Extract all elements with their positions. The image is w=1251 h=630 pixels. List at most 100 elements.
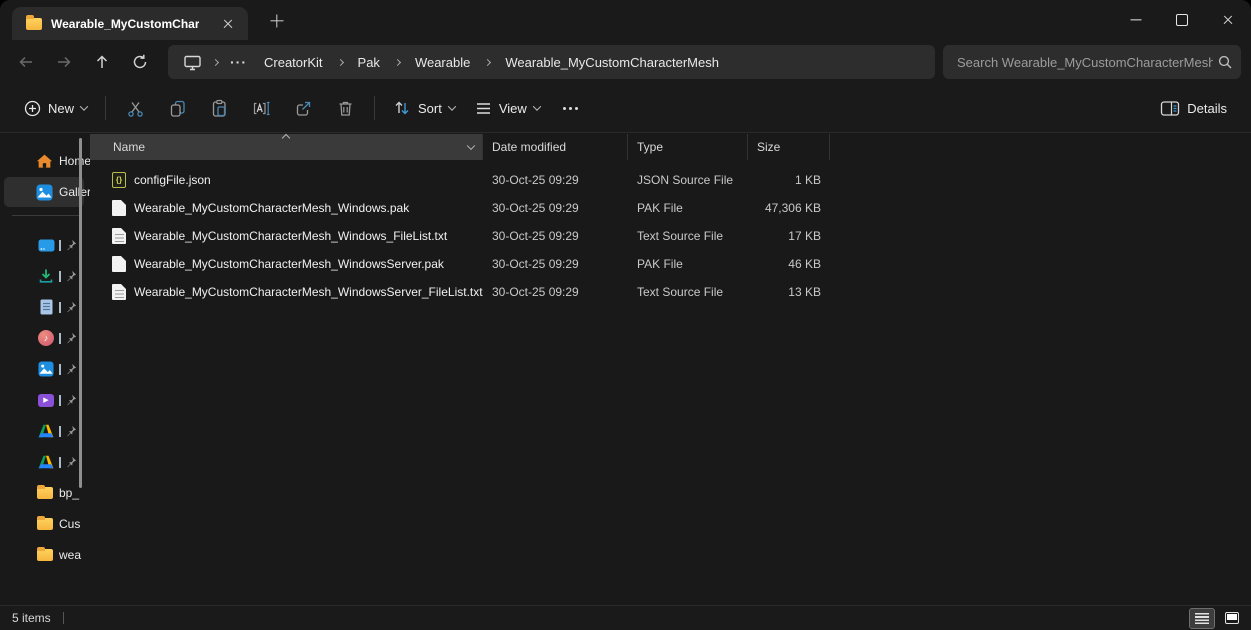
- folder-icon: [37, 549, 53, 561]
- google-drive-icon: [38, 455, 54, 469]
- sidebar-item-music[interactable]: ♪: [4, 323, 84, 353]
- file-row[interactable]: Wearable_MyCustomCharacterMesh_Windows.p…: [90, 194, 1251, 222]
- details-view-toggle[interactable]: [1189, 608, 1215, 629]
- sidebar-item-desktop[interactable]: [4, 230, 84, 260]
- explorer-tab[interactable]: Wearable_MyCustomCharacterMesh: [12, 7, 248, 40]
- sidebar-item-downloads[interactable]: [4, 261, 84, 291]
- file-date: 30-Oct-25 09:29: [483, 201, 628, 215]
- back-button[interactable]: [8, 45, 44, 79]
- file-name: configFile.json: [134, 173, 211, 187]
- clipped-label-sliver: [59, 426, 61, 437]
- sidebar-item-folder-wea[interactable]: wea: [4, 540, 84, 570]
- window-controls: [1113, 0, 1251, 40]
- up-button[interactable]: [84, 45, 120, 79]
- cut-icon: [126, 99, 145, 118]
- large-icons-view-toggle[interactable]: [1219, 608, 1245, 629]
- file-size: 17 KB: [748, 229, 830, 243]
- column-label: Size: [757, 140, 780, 154]
- pin-icon: [65, 456, 77, 468]
- chevron-right-icon: [336, 58, 343, 65]
- file-row[interactable]: Wearable_MyCustomCharacterMesh_WindowsSe…: [90, 278, 1251, 306]
- pin-icon: [65, 301, 77, 313]
- rename-button[interactable]: [240, 90, 282, 126]
- file-row[interactable]: configFile.json 30-Oct-25 09:29 JSON Sou…: [90, 166, 1251, 194]
- music-icon: ♪: [38, 330, 54, 346]
- file-row[interactable]: Wearable_MyCustomCharacterMesh_WindowsSe…: [90, 250, 1251, 278]
- status-bar: 5 items: [0, 605, 1251, 630]
- column-header-date-modified[interactable]: Date modified: [483, 134, 628, 160]
- sidebar-item-folder-cus[interactable]: Cus: [4, 509, 84, 539]
- tab-close-button[interactable]: [216, 12, 240, 36]
- new-button[interactable]: New: [14, 90, 97, 126]
- breadcrumb[interactable]: ··· CreatorKit Pak Wearable Wearable_MyC…: [168, 45, 935, 79]
- file-size: 1 KB: [748, 173, 830, 187]
- sidebar-item-label: Home: [59, 154, 90, 168]
- status-divider: [63, 612, 64, 624]
- sidebar-item-home[interactable]: Home: [4, 146, 84, 176]
- breadcrumb-overflow[interactable]: ···: [225, 54, 252, 70]
- downloads-icon: [38, 268, 54, 284]
- sidebar-scrollbar[interactable]: [79, 138, 82, 488]
- minimize-button[interactable]: [1113, 0, 1159, 40]
- clipped-label-sliver: [59, 395, 61, 406]
- chevron-down-icon[interactable]: [467, 142, 475, 150]
- pin-wrap: [59, 425, 77, 437]
- delete-button[interactable]: [324, 90, 366, 126]
- gallery-icon: [36, 184, 53, 201]
- navigation-pane: Home Gallery: [0, 133, 90, 605]
- pin-wrap: [59, 332, 77, 344]
- chevron-down-icon: [533, 102, 541, 110]
- up-arrow-icon: [93, 53, 111, 71]
- new-tab-button[interactable]: [262, 6, 292, 36]
- chevron-right-icon: [484, 58, 491, 65]
- column-header-name[interactable]: Name: [90, 134, 483, 160]
- details-pane-button[interactable]: Details: [1150, 90, 1237, 126]
- sort-ascending-icon: [282, 134, 290, 142]
- file-type: PAK File: [628, 257, 748, 271]
- column-header-size[interactable]: Size: [748, 134, 830, 160]
- forward-button[interactable]: [46, 45, 82, 79]
- file-row[interactable]: Wearable_MyCustomCharacterMesh_Windows_F…: [90, 222, 1251, 250]
- sidebar-item-drive[interactable]: [4, 416, 84, 446]
- refresh-icon: [131, 53, 149, 71]
- refresh-button[interactable]: [122, 45, 158, 79]
- file-date: 30-Oct-25 09:29: [483, 173, 628, 187]
- copy-button[interactable]: [156, 90, 198, 126]
- sidebar-item-drive-2[interactable]: [4, 447, 84, 477]
- command-toolbar: New Sort View: [0, 84, 1251, 133]
- share-button[interactable]: [282, 90, 324, 126]
- pin-wrap: [59, 456, 77, 468]
- sidebar-item-videos[interactable]: ▶: [4, 385, 84, 415]
- items-count: 5 items: [12, 611, 51, 625]
- this-pc-crumb[interactable]: [178, 48, 206, 76]
- file-explorer-window: Wearable_MyCustomCharacterMesh ·: [0, 0, 1251, 630]
- file-size: 46 KB: [748, 257, 830, 271]
- maximize-button[interactable]: [1159, 0, 1205, 40]
- file-name: Wearable_MyCustomCharacterMesh_WindowsSe…: [134, 285, 483, 299]
- file-date: 30-Oct-25 09:29: [483, 285, 628, 299]
- more-options-button[interactable]: [550, 90, 592, 126]
- pin-icon: [65, 394, 77, 406]
- close-window-button[interactable]: [1205, 0, 1251, 40]
- search-input[interactable]: [943, 55, 1217, 70]
- crumb-creatorkit[interactable]: CreatorKit: [256, 52, 331, 73]
- search-box[interactable]: [943, 45, 1241, 79]
- crumb-pak[interactable]: Pak: [350, 52, 388, 73]
- sidebar-item-folder-bp[interactable]: bp_: [4, 478, 84, 508]
- sidebar-item-documents[interactable]: [4, 292, 84, 322]
- paste-button[interactable]: [198, 90, 240, 126]
- column-header-type[interactable]: Type: [628, 134, 748, 160]
- details-label: Details: [1187, 101, 1227, 116]
- toolbar-divider: [374, 96, 375, 120]
- cut-button[interactable]: [114, 90, 156, 126]
- pin-icon: [65, 363, 77, 375]
- sort-button[interactable]: Sort: [383, 90, 465, 126]
- file-size: 13 KB: [748, 285, 830, 299]
- sidebar-item-pictures[interactable]: [4, 354, 84, 384]
- pin-wrap: [59, 239, 77, 251]
- view-button[interactable]: View: [465, 90, 550, 126]
- file-name-cell: Wearable_MyCustomCharacterMesh_WindowsSe…: [90, 284, 483, 300]
- crumb-wearable[interactable]: Wearable: [407, 52, 478, 73]
- crumb-current-folder[interactable]: Wearable_MyCustomCharacterMesh: [497, 52, 727, 73]
- sidebar-item-gallery[interactable]: Gallery: [4, 177, 84, 207]
